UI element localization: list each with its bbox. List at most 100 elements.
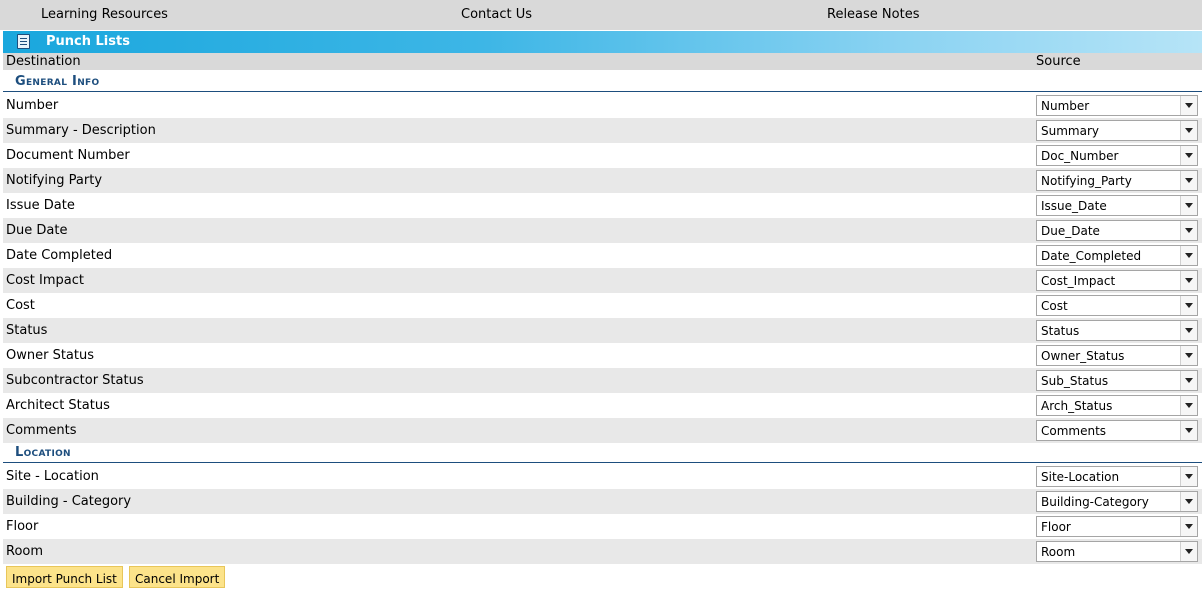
source-select[interactable]: Cost_Impact <box>1036 270 1198 291</box>
source-select[interactable]: Site-Location <box>1036 466 1198 487</box>
mapping-row: Cost Cost <box>3 293 1202 318</box>
source-select-value: Comments <box>1041 424 1107 438</box>
section-location: Location <box>3 443 1202 463</box>
top-navigation: Learning Resources Contact Us Release No… <box>0 0 1202 30</box>
chevron-down-icon[interactable] <box>1180 396 1197 415</box>
chevron-down-icon[interactable] <box>1180 196 1197 215</box>
source-select-value: Status <box>1041 324 1080 338</box>
source-select[interactable]: Summary <box>1036 120 1198 141</box>
cancel-import-button[interactable]: Cancel Import <box>129 566 226 588</box>
chevron-down-icon[interactable] <box>1180 96 1197 115</box>
source-select-value: Number <box>1041 99 1090 113</box>
source-select[interactable]: Status <box>1036 320 1198 341</box>
field-label: Room <box>6 544 44 559</box>
chevron-down-icon[interactable] <box>1180 221 1197 240</box>
source-select-value: Owner_Status <box>1041 349 1125 363</box>
source-select[interactable]: Date_Completed <box>1036 245 1198 266</box>
mapping-row: Architect Status Arch_Status <box>3 393 1202 418</box>
source-select[interactable]: Cost <box>1036 295 1198 316</box>
chevron-down-icon[interactable] <box>1180 121 1197 140</box>
mapping-row: Document Number Doc_Number <box>3 143 1202 168</box>
mapping-row: Issue Date Issue_Date <box>3 193 1202 218</box>
field-label: Site - Location <box>6 469 99 484</box>
chevron-down-icon[interactable] <box>1180 346 1197 365</box>
source-column-header: Source <box>1036 54 1081 69</box>
mapping-row: Due Date Due_Date <box>3 218 1202 243</box>
release-notes-link[interactable]: Release Notes <box>827 7 919 22</box>
chevron-down-icon[interactable] <box>1180 542 1197 561</box>
source-select[interactable]: Doc_Number <box>1036 145 1198 166</box>
chevron-down-icon[interactable] <box>1180 467 1197 486</box>
field-label: Document Number <box>6 148 130 163</box>
source-select-value: Site-Location <box>1041 470 1120 484</box>
mapping-row: Subcontractor Status Sub_Status <box>3 368 1202 393</box>
source-select[interactable]: Building-Category <box>1036 491 1198 512</box>
mapping-row: Summary - Description Summary <box>3 118 1202 143</box>
source-select-value: Date_Completed <box>1041 249 1142 263</box>
source-select-value: Floor <box>1041 520 1071 534</box>
chevron-down-icon[interactable] <box>1180 171 1197 190</box>
mapping-row: Comments Comments <box>3 418 1202 443</box>
source-select[interactable]: Issue_Date <box>1036 195 1198 216</box>
learning-resources-link[interactable]: Learning Resources <box>41 7 168 22</box>
source-select[interactable]: Room <box>1036 541 1198 562</box>
field-label: Summary - Description <box>6 123 156 138</box>
source-select-value: Notifying_Party <box>1041 174 1132 188</box>
source-select[interactable]: Floor <box>1036 516 1198 537</box>
chevron-down-icon[interactable] <box>1180 246 1197 265</box>
destination-column-header: Destination <box>6 54 81 69</box>
chevron-down-icon[interactable] <box>1180 296 1197 315</box>
source-select[interactable]: Sub_Status <box>1036 370 1198 391</box>
mapping-row: Floor Floor <box>3 514 1202 539</box>
field-label: Due Date <box>6 223 68 238</box>
source-select[interactable]: Due_Date <box>1036 220 1198 241</box>
source-select-value: Issue_Date <box>1041 199 1107 213</box>
mapping-row: Owner Status Owner_Status <box>3 343 1202 368</box>
column-header: Destination Source <box>3 53 1202 70</box>
contact-us-link[interactable]: Contact Us <box>461 7 532 22</box>
source-select-value: Building-Category <box>1041 495 1149 509</box>
source-select[interactable]: Notifying_Party <box>1036 170 1198 191</box>
section-general-info: General Info <box>3 72 1202 92</box>
chevron-down-icon[interactable] <box>1180 321 1197 340</box>
source-select[interactable]: Arch_Status <box>1036 395 1198 416</box>
section-title: Location <box>15 445 71 460</box>
chevron-down-icon[interactable] <box>1180 517 1197 536</box>
mapping-row: Notifying Party Notifying_Party <box>3 168 1202 193</box>
field-label: Status <box>6 323 48 338</box>
source-select-value: Arch_Status <box>1041 399 1113 413</box>
field-label: Subcontractor Status <box>6 373 144 388</box>
chevron-down-icon[interactable] <box>1180 271 1197 290</box>
field-label: Architect Status <box>6 398 110 413</box>
mapping-row: Status Status <box>3 318 1202 343</box>
mapping-row: Cost Impact Cost_Impact <box>3 268 1202 293</box>
section-title: General Info <box>15 74 100 89</box>
field-label: Owner Status <box>6 348 95 363</box>
source-select-value: Sub_Status <box>1041 374 1109 388</box>
source-select-value: Cost_Impact <box>1041 274 1116 288</box>
import-punch-list-button[interactable]: Import Punch List <box>6 566 123 588</box>
source-select[interactable]: Number <box>1036 95 1198 116</box>
source-select-value: Doc_Number <box>1041 149 1119 163</box>
field-label: Cost Impact <box>6 273 84 288</box>
mapping-row: Room Room <box>3 539 1202 564</box>
mapping-row: Building - Category Building-Category <box>3 489 1202 514</box>
chevron-down-icon[interactable] <box>1180 371 1197 390</box>
source-select-value: Cost <box>1041 299 1068 313</box>
mapping-row: Date Completed Date_Completed <box>3 243 1202 268</box>
source-select-value: Due_Date <box>1041 224 1100 238</box>
page-title: Punch Lists <box>46 34 130 49</box>
source-select[interactable]: Owner_Status <box>1036 345 1198 366</box>
source-select-value: Summary <box>1041 124 1099 138</box>
chevron-down-icon[interactable] <box>1180 492 1197 511</box>
source-select[interactable]: Comments <box>1036 420 1198 441</box>
field-label: Floor <box>6 519 39 534</box>
field-label: Date Completed <box>6 248 113 263</box>
source-select-value: Room <box>1041 545 1076 559</box>
chevron-down-icon[interactable] <box>1180 146 1197 165</box>
chevron-down-icon[interactable] <box>1180 421 1197 440</box>
field-label: Cost <box>6 298 35 313</box>
page-title-bar: Punch Lists <box>3 31 1202 53</box>
field-label: Building - Category <box>6 494 132 509</box>
field-label: Notifying Party <box>6 173 103 188</box>
